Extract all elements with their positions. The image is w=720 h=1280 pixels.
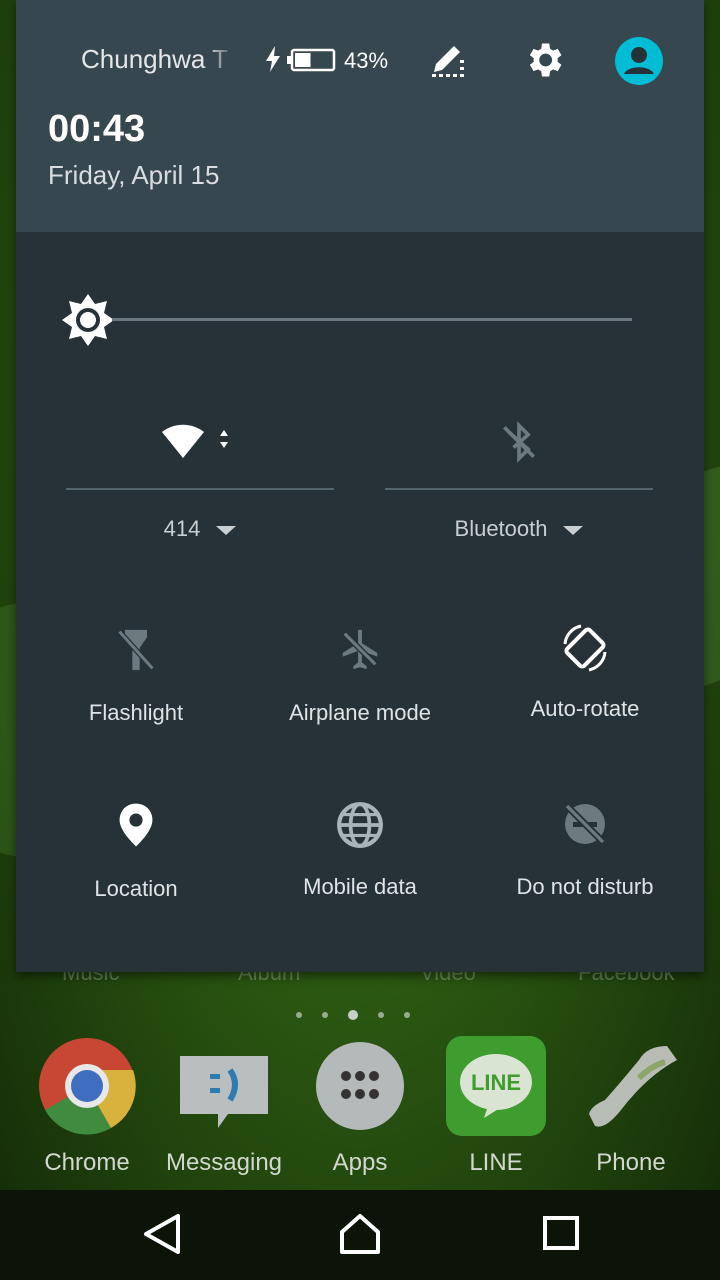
page-dot xyxy=(296,1012,302,1018)
tile-flashlight[interactable]: Flashlight xyxy=(24,626,248,756)
page-dot xyxy=(404,1012,410,1018)
page-dot-active xyxy=(348,1010,358,1020)
phone-icon xyxy=(589,1046,677,1127)
wifi-divider xyxy=(66,488,334,490)
globe-icon xyxy=(337,802,383,848)
app-label: Messaging xyxy=(165,1149,283,1176)
tile-label: Location xyxy=(94,876,178,901)
dock-app-phone[interactable]: Phone xyxy=(566,1036,696,1177)
user-account-icon[interactable] xyxy=(614,36,664,86)
dock-app-messaging[interactable]: Messaging xyxy=(159,1036,289,1177)
tile-label: Mobile data xyxy=(303,874,417,899)
chevron-down-icon xyxy=(216,525,237,535)
bluetooth-text: Bluetooth xyxy=(454,516,548,541)
page-indicator xyxy=(296,1010,410,1020)
tile-label: Auto-rotate xyxy=(530,696,640,721)
tile-airplane-mode[interactable]: Airplane mode xyxy=(248,626,472,756)
quick-settings-header: Chunghwa T 43% 00:43 Friday, April 15 xyxy=(16,0,704,232)
tile-auto-rotate[interactable]: Auto-rotate xyxy=(473,622,697,752)
tile-label: Do not disturb xyxy=(516,874,654,899)
chevron-down-icon xyxy=(563,525,584,535)
app-label: LINE xyxy=(469,1149,523,1176)
app-label: Phone xyxy=(596,1149,666,1176)
do-not-disturb-off-icon xyxy=(564,803,606,845)
tile-location[interactable]: Location xyxy=(24,802,248,932)
charging-icon xyxy=(266,46,280,72)
tile-do-not-disturb[interactable]: Do not disturb xyxy=(473,800,697,930)
apps-icon xyxy=(316,1042,404,1130)
carrier-fade xyxy=(206,40,236,80)
battery-percent: 43% xyxy=(344,48,389,73)
bluetooth-divider xyxy=(385,488,653,490)
bluetooth-label[interactable]: Bluetooth xyxy=(385,516,653,542)
dock-app-line[interactable]: LINE LINE xyxy=(431,1036,561,1177)
brightness-icon[interactable] xyxy=(60,292,116,348)
navigation-bar xyxy=(0,1190,720,1280)
chrome-icon xyxy=(39,1038,136,1135)
back-icon[interactable] xyxy=(140,1212,184,1256)
page-dot xyxy=(322,1012,328,1018)
app-label: Apps xyxy=(332,1149,388,1176)
clock-time: 00:43 xyxy=(48,108,146,150)
dock-app-apps[interactable]: Apps xyxy=(295,1036,425,1177)
airplane-off-icon xyxy=(342,629,378,670)
line-logo-text: LINE xyxy=(471,1070,521,1095)
quick-settings-panel: Chunghwa T 43% 00:43 Friday, April 15 41… xyxy=(16,0,704,972)
line-icon: LINE xyxy=(446,1036,546,1136)
screen-rotation-icon xyxy=(563,624,607,672)
wifi-label[interactable]: 414 xyxy=(66,516,334,542)
battery-icon xyxy=(287,48,336,72)
messaging-icon xyxy=(180,1056,268,1128)
tile-label: Flashlight xyxy=(88,700,184,725)
date-text: Friday, April 15 xyxy=(48,160,220,190)
tile-label: Airplane mode xyxy=(289,700,431,725)
tile-mobile-data[interactable]: Mobile data xyxy=(248,800,472,930)
wifi-network-name: 414 xyxy=(163,516,201,541)
bluetooth-tile[interactable]: Bluetooth xyxy=(385,410,653,570)
edit-icon[interactable] xyxy=(430,38,466,78)
page-dot xyxy=(378,1012,384,1018)
recents-icon[interactable] xyxy=(541,1212,581,1252)
dock-app-chrome[interactable]: Chrome xyxy=(22,1036,152,1177)
bluetooth-off-icon xyxy=(503,421,535,463)
app-label: Chrome xyxy=(44,1149,130,1176)
brightness-slider[interactable] xyxy=(112,318,632,321)
settings-gear-icon[interactable] xyxy=(522,38,566,82)
flashlight-off-icon xyxy=(117,629,155,671)
home-icon[interactable] xyxy=(338,1212,382,1256)
wifi-icon xyxy=(162,424,228,458)
wifi-tile[interactable]: 414 xyxy=(66,410,334,570)
location-pin-icon xyxy=(119,803,153,847)
